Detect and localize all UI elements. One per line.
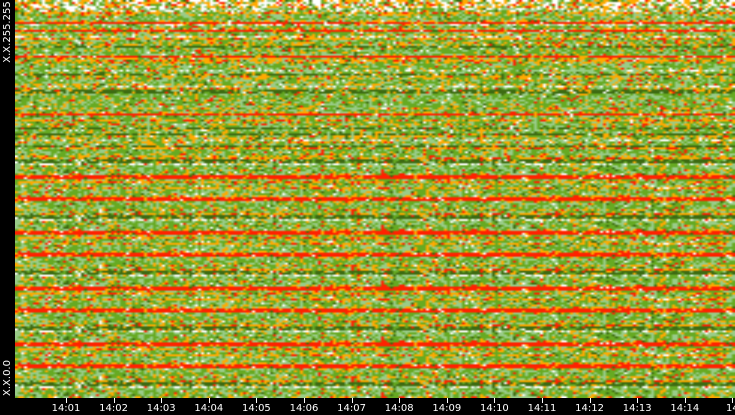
heatmap-chart: X.X.255.255 X.X.0.0 14:01 14:02 14:03 14:04… xyxy=(0,0,735,415)
x-tick-label: 14:02 xyxy=(99,403,128,414)
heatmap-cells xyxy=(15,0,735,398)
x-tick-label: 14:09 xyxy=(432,403,462,414)
x-tick-label: 14:05 xyxy=(241,403,271,414)
x-tick-label: 14 xyxy=(726,403,735,414)
y-label-bottom: X.X.0.0 xyxy=(2,360,13,396)
x-tick-label: 14:07 xyxy=(337,403,366,414)
x-tick-label: 14:04 xyxy=(194,403,224,414)
x-tick-label: 14:12 xyxy=(575,403,604,414)
x-tick-label: 14:13 xyxy=(622,403,652,414)
x-tick-label: 14:03 xyxy=(146,403,176,414)
x-tick-label: 14:14 xyxy=(670,403,700,414)
x-tick-label: 14:06 xyxy=(289,403,319,414)
x-tick-label: 14:10 xyxy=(479,403,509,414)
x-tick-label: 14:08 xyxy=(384,403,414,414)
x-tick-label: 14:11 xyxy=(527,403,557,414)
y-label-top: X.X.255.255 xyxy=(2,1,13,63)
x-tick-label: 14:01 xyxy=(51,403,81,414)
